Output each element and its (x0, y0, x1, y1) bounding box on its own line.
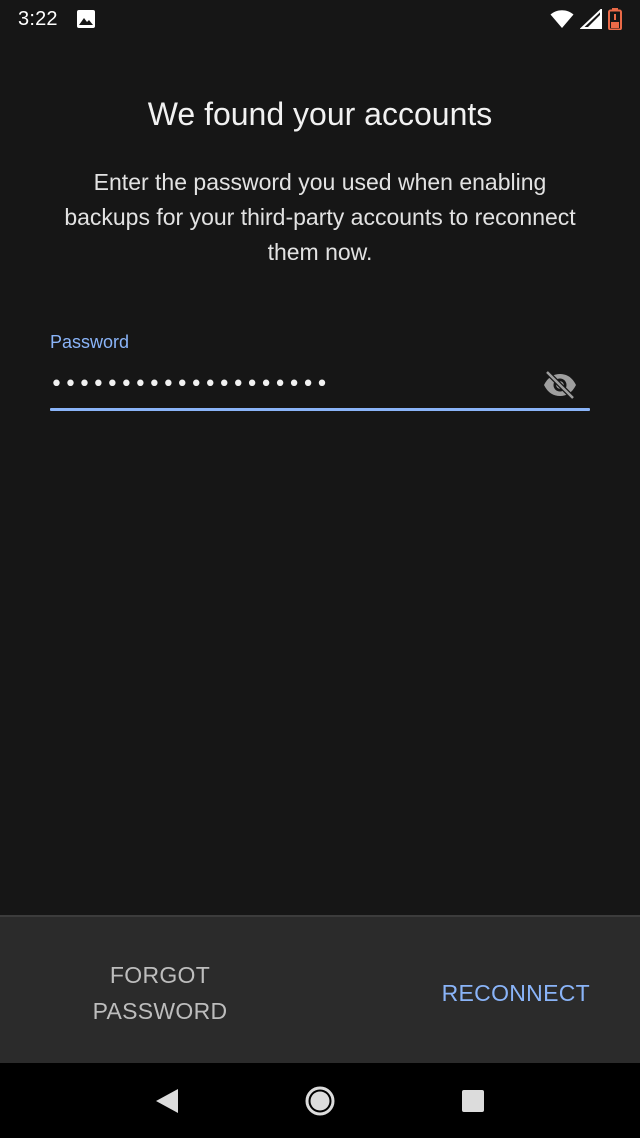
page-description: Enter the password you used when enablin… (64, 169, 576, 265)
forgot-password-button[interactable]: FORGOT PASSWORD (60, 957, 260, 1029)
password-label: Password (50, 332, 130, 352)
image-notification-icon (76, 9, 96, 29)
action-bar: FORGOT PASSWORD RECONNECT (0, 915, 640, 1063)
battery-low-icon (608, 8, 622, 30)
screen: 3:22 We found your accounts Enter the pa… (0, 0, 640, 1138)
status-left: 3:22 (18, 8, 96, 31)
back-icon[interactable] (143, 1077, 191, 1125)
status-right (550, 8, 622, 30)
reconnect-button[interactable]: RECONNECT (442, 975, 590, 1011)
navigation-bar (0, 1063, 640, 1138)
password-underline (50, 408, 590, 411)
home-icon[interactable] (296, 1077, 344, 1125)
visibility-off-icon[interactable] (540, 368, 580, 402)
recents-icon[interactable] (449, 1077, 497, 1125)
password-field[interactable]: Password (50, 328, 590, 412)
page-title: We found your accounts (147, 96, 493, 132)
password-input[interactable] (50, 366, 530, 402)
status-bar: 3:22 (0, 0, 640, 38)
status-time: 3:22 (18, 7, 58, 30)
signal-icon (580, 9, 602, 29)
wifi-icon (550, 9, 574, 29)
